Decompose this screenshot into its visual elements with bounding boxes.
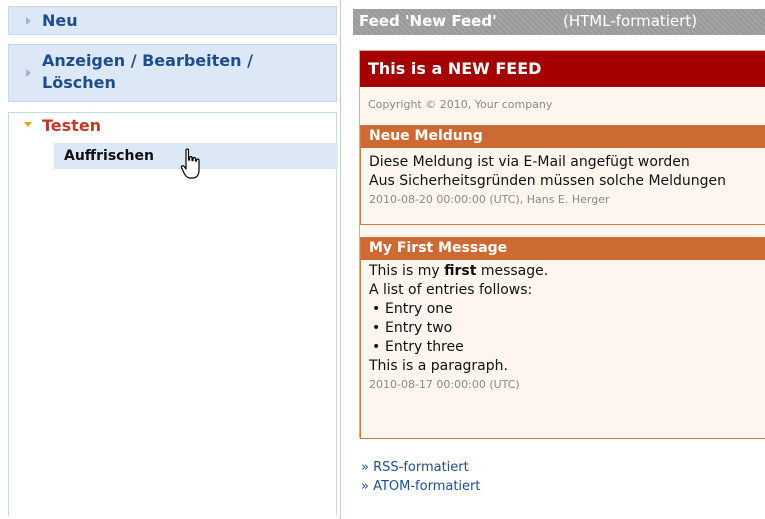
- message-meta: 2010-08-20 00:00:00 (UTC), Hans E. Herge…: [369, 193, 610, 206]
- nav-item-anzeigen-label-line1: Anzeigen / Bearbeiten /: [42, 51, 253, 70]
- nav-item-neu-label: Neu: [42, 11, 78, 30]
- nav-item-testen[interactable]: Testen Auffrischen: [8, 112, 338, 516]
- chevron-right-icon: [26, 17, 31, 25]
- hand-cursor-icon: [180, 148, 200, 179]
- feed-header-title: Feed 'New Feed': [359, 12, 497, 30]
- message-intro: This is my first message.: [369, 262, 757, 281]
- list-item: Entry three: [369, 338, 757, 357]
- feed-header-format: (HTML-formatiert): [563, 12, 698, 30]
- message-paragraph: This is a paragraph.: [369, 358, 508, 374]
- sidebar: Neu Anzeigen / Bearbeiten / Löschen Test…: [0, 0, 340, 519]
- format-links: » RSS-formatiert » ATOM-formatiert: [361, 458, 480, 496]
- nav-item-testen-label: Testen: [42, 116, 102, 135]
- message-list-intro: A list of entries follows:: [369, 282, 533, 298]
- message-meta: 2010-08-17 00:00:00 (UTC): [369, 378, 520, 391]
- feed-title: This is a NEW FEED: [368, 59, 542, 78]
- message-title: Neue Meldung: [369, 128, 483, 144]
- message-neue-meldung: Neue Meldung Diese Meldung ist via E-Mai…: [360, 125, 765, 225]
- sidebar-divider: [340, 0, 341, 519]
- nav-item-neu[interactable]: Neu: [8, 6, 337, 35]
- list-item: Entry one: [369, 300, 757, 319]
- message-intro-prefix: This is my: [369, 263, 445, 279]
- feed-header: Feed 'New Feed' (HTML-formatiert): [353, 9, 765, 35]
- message-body: This is my first message. A list of entr…: [361, 260, 765, 394]
- feed-copyright: Copyright © 2010, Your company: [368, 98, 553, 111]
- rss-link[interactable]: » RSS-formatiert: [361, 458, 480, 477]
- entry-list: Entry one Entry two Entry three: [369, 300, 757, 357]
- subitem-auffrischen-label: Auffrischen: [64, 148, 154, 164]
- atom-link[interactable]: » ATOM-formatiert: [361, 477, 480, 496]
- feed-preview: This is a NEW FEED Copyright © 2010, You…: [359, 50, 765, 439]
- nav-item-anzeigen-label-line2: Löschen: [42, 73, 116, 92]
- message-intro-bold: first: [444, 263, 477, 279]
- message-my-first-message: My First Message This is my first messag…: [360, 237, 765, 439]
- main-content: Feed 'New Feed' (HTML-formatiert) This i…: [353, 0, 765, 519]
- message-body: Diese Meldung ist via E-Mail angefügt wo…: [361, 148, 765, 209]
- message-title: My First Message: [369, 240, 508, 256]
- list-item: Entry two: [369, 319, 757, 338]
- nav-item-anzeigen-bearbeiten-loeschen[interactable]: Anzeigen / Bearbeiten / Löschen: [8, 44, 337, 102]
- feed-title-bar: This is a NEW FEED: [360, 51, 765, 87]
- chevron-right-icon: [26, 69, 31, 77]
- message-line: Aus Sicherheitsgründen müssen solche Mel…: [369, 173, 727, 189]
- message-line: Diese Meldung ist via E-Mail angefügt wo…: [369, 154, 690, 170]
- message-header: Neue Meldung: [361, 126, 765, 148]
- chevron-down-icon: [24, 122, 32, 127]
- message-intro-suffix: message.: [476, 263, 549, 279]
- message-header: My First Message: [361, 238, 765, 260]
